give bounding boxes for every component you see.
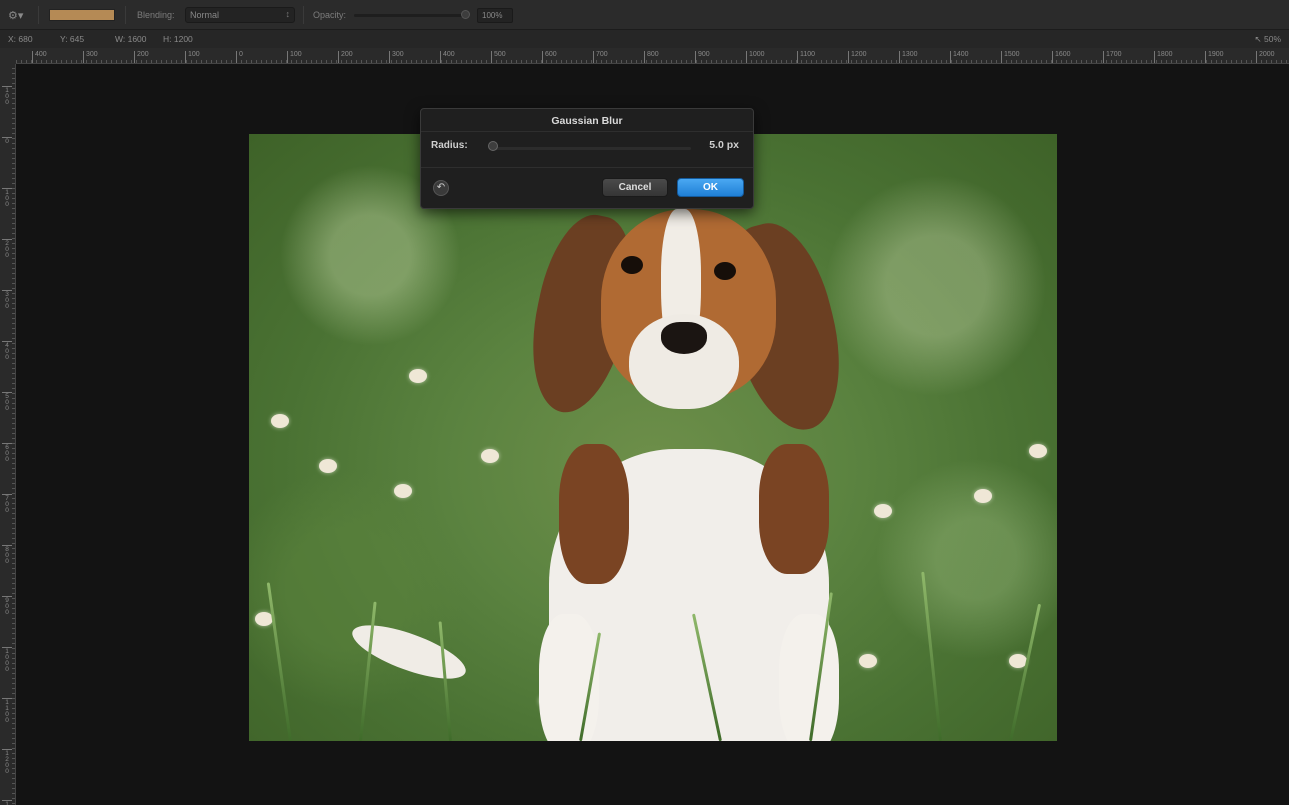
ruler-tick-label: 0	[2, 137, 12, 145]
blending-select[interactable]: Normal ↕	[185, 7, 295, 23]
radius-slider-knob[interactable]	[488, 141, 498, 151]
ruler-tick-label: 1200	[2, 749, 12, 775]
clover-flower	[1029, 444, 1047, 458]
dog-nose	[661, 322, 707, 354]
dog-leg	[779, 614, 839, 741]
ruler-tick-label: 800	[644, 51, 659, 63]
ruler-tick-label: 300	[2, 290, 12, 310]
clover-flower	[874, 504, 892, 518]
ruler-tick-label: 1100	[2, 698, 12, 724]
ruler-tick-label: 300	[83, 51, 98, 63]
opacity-slider-knob[interactable]	[461, 10, 470, 19]
ruler-tick-label: 400	[440, 51, 455, 63]
divider	[38, 6, 39, 24]
ruler-tick-label: 1500	[1001, 51, 1020, 63]
dog-eye	[714, 262, 736, 280]
ruler-tick-label: 1200	[848, 51, 867, 63]
color-swatch[interactable]	[49, 9, 115, 21]
ruler-tick-label: 700	[2, 494, 12, 514]
ruler-tick-label: 500	[491, 51, 506, 63]
dog-marking	[759, 444, 829, 574]
ruler-tick-label: 0	[236, 51, 243, 63]
ruler-tick-label: 1400	[950, 51, 969, 63]
ruler-corner	[0, 48, 16, 64]
ruler-tick-label: 1000	[746, 51, 765, 63]
options-bar: ⚙▾ Blending: Normal ↕ Opacity: 100%	[0, 0, 1289, 30]
dog-eye	[621, 256, 643, 274]
ruler-tick-label: 400	[32, 51, 47, 63]
y-readout: Y: 645	[60, 34, 85, 44]
info-bar: X: 680 Y: 645 W: 1600 H: 1200 ↖ 50%	[0, 30, 1289, 48]
opacity-slider-track[interactable]	[354, 14, 466, 17]
ruler-tick-label: 600	[2, 443, 12, 463]
ruler-tick-label: 1700	[1103, 51, 1122, 63]
ok-button[interactable]: OK	[677, 178, 744, 197]
x-readout: X: 680	[8, 34, 33, 44]
dog-marking	[559, 444, 629, 584]
divider	[421, 131, 753, 132]
ruler-tick-label: 700	[593, 51, 608, 63]
divider	[421, 167, 753, 168]
vertical-ruler[interactable]: 1000100200300400500600700800900100011001…	[0, 48, 16, 805]
gaussian-blur-dialog: Gaussian Blur Radius: 5.0 px ↶ Cancel OK	[420, 108, 754, 209]
gear-icon[interactable]: ⚙▾	[8, 9, 28, 23]
zoom-value: 50%	[1263, 34, 1281, 44]
ruler-tick-label: 100	[2, 188, 12, 208]
ruler-tick-label: 400	[2, 341, 12, 361]
ruler-tick-label: 2000	[1256, 51, 1275, 63]
ruler-tick-label: 1800	[1154, 51, 1173, 63]
ruler-tick-label: 800	[2, 545, 12, 565]
clover-flower	[974, 489, 992, 503]
radius-value-field[interactable]: 5.0 px	[677, 137, 745, 155]
opacity-label: Opacity:	[313, 10, 347, 20]
beagle-puppy	[346, 204, 869, 741]
zoom-icon: ↖	[1254, 34, 1264, 44]
clover-flower	[394, 484, 412, 498]
ruler-tick-label: 100	[2, 86, 12, 106]
ruler-tick-label: 200	[2, 239, 12, 259]
ruler-tick-label: 1300	[899, 51, 918, 63]
divider	[303, 6, 304, 24]
height-readout: H: 1200	[163, 34, 193, 44]
ruler-tick-label: 200	[134, 51, 149, 63]
ruler-tick-label: 600	[542, 51, 557, 63]
ruler-tick-label: 900	[2, 596, 12, 616]
ruler-tick-label: 100	[185, 51, 200, 63]
ruler-tick-label: 300	[389, 51, 404, 63]
horizontal-ruler[interactable]: 400 300 200 100 0 100 200 300 400 500 600 700 800 900…	[16, 48, 1289, 64]
ruler-tick-label: 500	[2, 392, 12, 412]
ruler-tick-label: 1100	[797, 51, 815, 63]
clover-flower	[409, 369, 427, 383]
ruler-tick-label: 200	[338, 51, 353, 63]
blending-label: Blending:	[137, 10, 175, 20]
cancel-button[interactable]: Cancel	[602, 178, 668, 197]
ruler-tick-label: 1600	[1052, 51, 1071, 63]
ruler-tick-label: 1300	[2, 800, 12, 805]
ruler-tick-label: 1000	[2, 647, 12, 673]
canvas-image[interactable]	[249, 134, 1057, 741]
width-readout: W: 1600	[115, 34, 147, 44]
dialog-title: Gaussian Blur	[551, 115, 623, 127]
clover-flower	[481, 449, 499, 463]
undo-icon[interactable]: ↶	[433, 180, 449, 196]
ruler-tick-label: 1900	[1205, 51, 1224, 63]
clover-flower	[271, 414, 289, 428]
zoom-readout[interactable]: ↖ 50%	[1255, 34, 1282, 45]
chevron-updown-icon: ↕	[285, 9, 291, 19]
radius-label: Radius:	[431, 140, 468, 151]
radius-slider-track[interactable]	[491, 147, 691, 150]
blending-value: Normal	[190, 10, 220, 20]
opacity-field[interactable]: 100%	[477, 8, 513, 23]
divider	[125, 6, 126, 24]
ruler-tick-label: 900	[695, 51, 710, 63]
clover-flower	[319, 459, 337, 473]
ruler-tick-label: 100	[287, 51, 302, 63]
